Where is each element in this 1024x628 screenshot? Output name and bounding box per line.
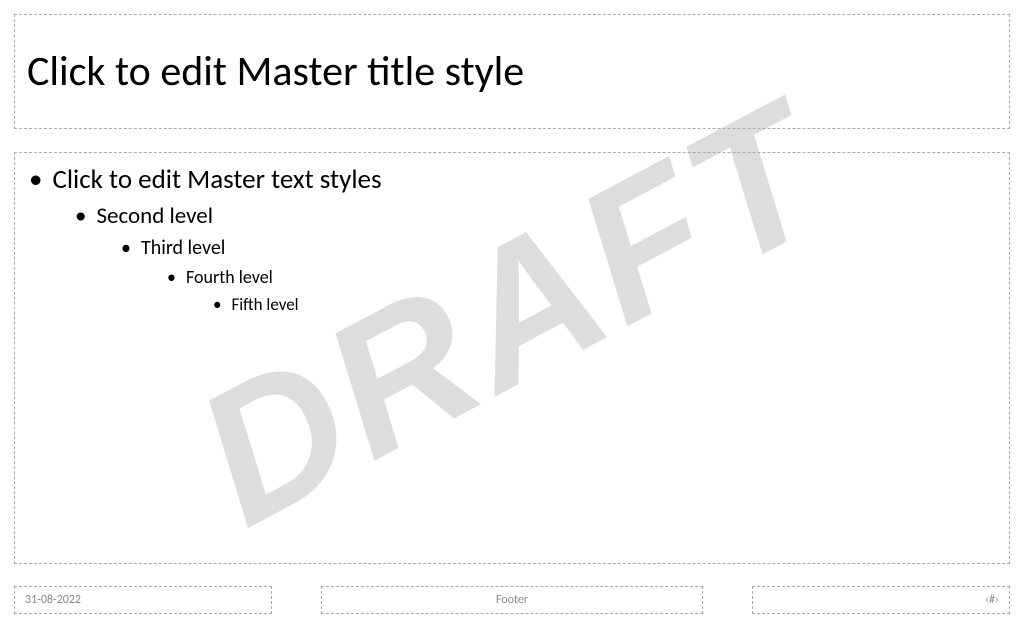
bullet-level-4: Fourth level — [167, 266, 995, 288]
footer-number-text: ‹#› — [985, 593, 999, 607]
master-title-placeholder[interactable]: Click to edit Master title style — [14, 14, 1010, 129]
bullet-level-2: Second level — [75, 202, 995, 230]
footer-date-text: 31-08-2022 — [25, 593, 81, 607]
bullet-level-3: Third level — [121, 236, 995, 260]
bullet-level-1: Click to edit Master text styles — [29, 163, 995, 196]
master-title-text: Click to edit Master title style — [27, 46, 524, 97]
bullet-level-5: Fifth level — [213, 294, 995, 315]
footer-slide-number-placeholder[interactable]: ‹#› — [752, 586, 1010, 614]
master-content-placeholder[interactable]: Click to edit Master text styles Second … — [14, 152, 1010, 564]
footer-center-placeholder[interactable]: Footer — [321, 586, 703, 614]
footer-center-text: Footer — [496, 593, 528, 607]
footer-date-placeholder[interactable]: 31-08-2022 — [14, 586, 272, 614]
